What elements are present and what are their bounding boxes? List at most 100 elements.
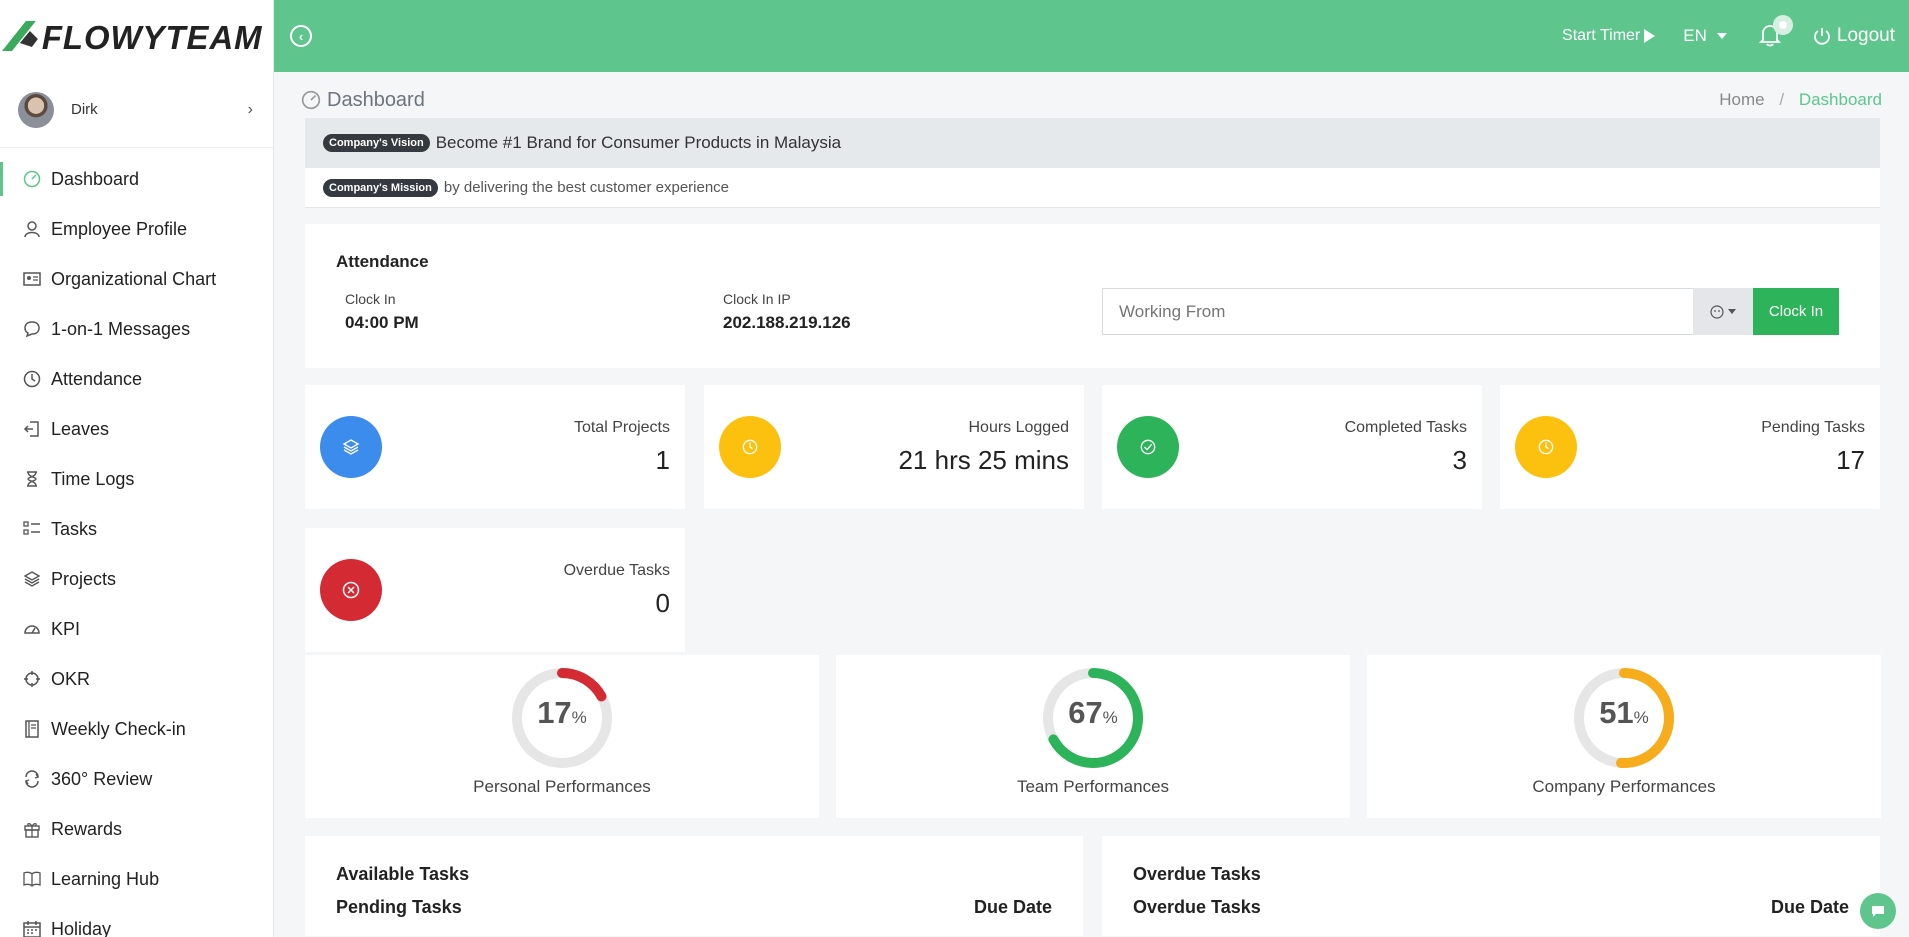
sidebar-item-label: Learning Hub [51, 868, 160, 889]
book-icon [22, 869, 42, 889]
working-from-input[interactable] [1102, 288, 1693, 335]
page-title-text: Dashboard [327, 88, 425, 111]
mission-text: by delivering the best customer experien… [443, 179, 730, 196]
sidebar-item-leaves[interactable]: Leaves [0, 404, 273, 454]
notifications-button[interactable] [1758, 15, 1793, 49]
main-content: Dashboard Home / Dashboard Company's Vis… [301, 72, 1882, 936]
sidebar-item-label: Leaves [51, 418, 110, 439]
company-mission-bar: Company's Mission by delivering the best… [305, 168, 1880, 208]
stat-label: Completed Tasks [1344, 419, 1467, 436]
sidebar-item-label: Holiday [51, 918, 112, 937]
stat-label: Overdue Tasks [563, 562, 670, 579]
perf-card-personal: 17% Personal Performances [305, 655, 819, 818]
sidebar-item-label: Tasks [51, 518, 98, 539]
stat-label: Hours Logged [968, 419, 1069, 436]
sidebar-item-label: Organizational Chart [51, 268, 217, 289]
column-header: Due Date [973, 897, 1052, 917]
x-circle-icon [320, 559, 382, 621]
perf-value: 51% [1599, 695, 1649, 730]
sidebar-item-employee-profile[interactable]: Employee Profile [0, 204, 273, 254]
sidebar: FLOWYTEAM Dirk › Dashboard Employee Prof… [0, 0, 274, 937]
column-header: Due Date [1770, 897, 1849, 917]
perf-label: Personal Performances [473, 777, 651, 796]
column-header: Pending Tasks [336, 897, 462, 917]
column-header: Overdue Tasks [1133, 897, 1261, 917]
perf-value: 67% [1068, 695, 1118, 730]
sidebar-item-label: Dashboard [51, 168, 140, 189]
sidebar-item-kpi[interactable]: KPI [0, 604, 273, 654]
power-icon [1813, 28, 1830, 45]
clock-icon [719, 416, 781, 478]
sidebar-item-learning-hub[interactable]: Learning Hub [0, 854, 273, 904]
sidebar-item-organizational-chart[interactable]: Organizational Chart [0, 254, 273, 304]
clock-in-value: 04:00 PM [345, 313, 419, 332]
target-icon [22, 669, 42, 689]
sidebar-item-rewards[interactable]: Rewards [0, 804, 273, 854]
sidebar-item-label: 360° Review [51, 768, 153, 789]
caret-down-icon [1716, 33, 1727, 39]
sidebar-item-attendance[interactable]: Attendance [0, 354, 273, 404]
tasks-card-title: Overdue Tasks [1133, 864, 1261, 884]
attendance-card: Attendance Clock In 04:00 PM Clock In IP… [305, 224, 1880, 368]
smiley-icon [1710, 304, 1724, 319]
stat-label: Total Projects [573, 419, 670, 436]
stat-value: 3 [1452, 445, 1467, 475]
sidebar-item-label: KPI [51, 618, 81, 639]
perf-card-team: 67% Team Performances [836, 655, 1350, 818]
brand-logo[interactable]: FLOWYTEAM [0, 0, 273, 72]
sidebar-item-label: Time Logs [51, 468, 135, 489]
flowyteam-logo-icon: FLOWYTEAM [2, 19, 263, 56]
emoji-dropdown[interactable] [1693, 288, 1753, 335]
sidebar-item-tasks[interactable]: Tasks [0, 504, 273, 554]
sidebar-item-okr[interactable]: OKR [0, 654, 273, 704]
gift-icon [22, 819, 42, 839]
user-icon [22, 219, 42, 239]
language-label: EN [1683, 26, 1707, 45]
breadcrumb: Home / Dashboard [1719, 90, 1882, 110]
stat-card-total-projects: Total Projects 1 [305, 385, 685, 509]
working-from-group: Clock In [1102, 288, 1839, 335]
sidebar-item-dashboard[interactable]: Dashboard [0, 154, 273, 204]
task-list-icon [22, 519, 42, 539]
sidebar-item-label: Attendance [51, 368, 143, 389]
play-icon [1644, 29, 1656, 43]
breadcrumb-separator: / [1779, 90, 1785, 109]
logout-button[interactable]: Logout [1813, 25, 1895, 47]
id-card-icon [22, 269, 42, 289]
company-vision-bar: Company's Vision Become #1 Brand for Con… [305, 118, 1880, 168]
language-dropdown[interactable]: EN [1683, 26, 1727, 46]
collapse-sidebar-icon[interactable]: ‹ [290, 25, 312, 47]
vision-badge: Company's Vision [323, 134, 430, 152]
stat-value: 1 [655, 445, 670, 475]
sidebar-item-360-review[interactable]: 360° Review [0, 754, 273, 804]
stat-value: 0 [655, 588, 670, 618]
clock-in-block: Clock In 04:00 PM [345, 291, 419, 333]
stat-card-pending-tasks: Pending Tasks 17 [1500, 385, 1880, 509]
sidebar-item-holiday[interactable]: Holiday [0, 904, 273, 937]
start-timer-button[interactable]: Start Timer [1562, 27, 1656, 45]
sidebar-item-time-logs[interactable]: Time Logs [0, 454, 273, 504]
sidebar-nav: Dashboard Employee Profile Organizationa… [0, 148, 273, 937]
clock-icon [22, 369, 42, 389]
clock-in-button[interactable]: Clock In [1753, 288, 1839, 335]
breadcrumb-home[interactable]: Home [1719, 90, 1764, 109]
topbar: ‹ Start Timer EN Logout [274, 0, 1909, 72]
sidebar-item-weekly-checkin[interactable]: Weekly Check-in [0, 704, 273, 754]
notebook-icon [22, 719, 42, 739]
overdue-tasks-card: Overdue Tasks Overdue Tasks Due Date [1102, 836, 1880, 936]
clock-in-label: Clock In [345, 291, 396, 307]
sidebar-item-1on1-messages[interactable]: 1-on-1 Messages [0, 304, 273, 354]
avatar [18, 91, 54, 128]
sidebar-item-label: OKR [51, 668, 91, 689]
sidebar-item-label: Projects [51, 568, 117, 589]
sidebar-item-projects[interactable]: Projects [0, 554, 273, 604]
caret-down-icon [1728, 309, 1736, 314]
stats-grid: Total Projects 1 Hours Logged 21 hrs 25 … [305, 385, 1880, 655]
stat-card-completed-tasks: Completed Tasks 3 [1102, 385, 1482, 509]
user-profile-row[interactable]: Dirk › [0, 72, 273, 148]
gauge-icon [22, 619, 42, 639]
page-title: Dashboard [301, 89, 425, 112]
svg-text:FLOWYTEAM: FLOWYTEAM [42, 19, 263, 56]
chat-widget-button[interactable] [1860, 893, 1896, 929]
tasks-table-header: Pending Tasks Due Date [336, 897, 1052, 918]
